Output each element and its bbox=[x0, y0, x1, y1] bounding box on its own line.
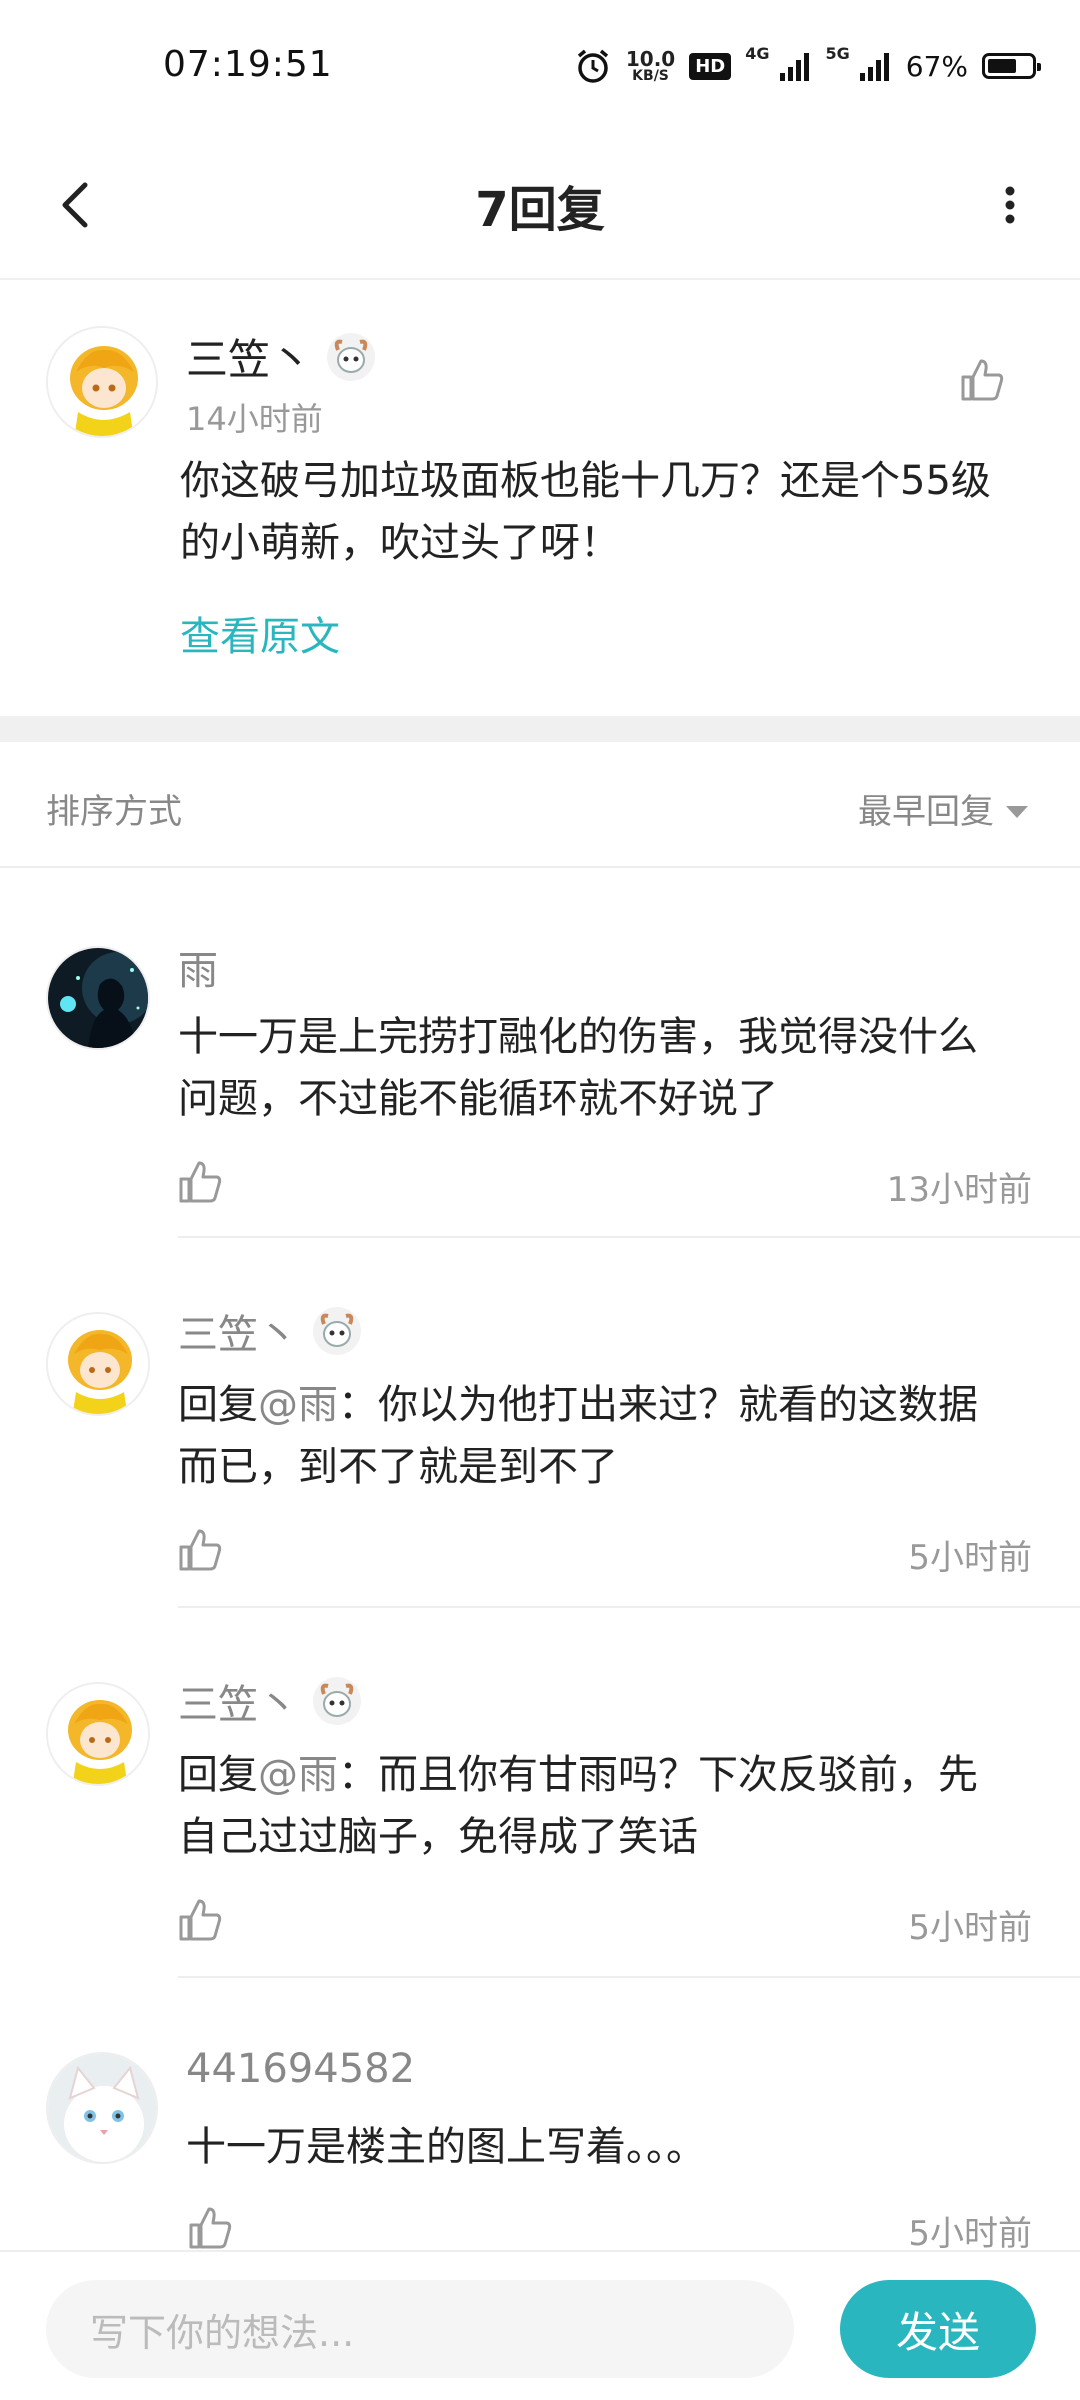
reply-prefix: 回复 bbox=[178, 1382, 258, 1428]
signal-5g-icon bbox=[858, 49, 892, 83]
reply-content-line: 回复@雨：而且你有甘雨吗？下次反驳前，先 bbox=[178, 1744, 1058, 1806]
reply-content: 回复@雨：而且你有甘雨吗？下次反驳前，先 自己过过脑子，免得成了笑话 bbox=[178, 1744, 1058, 1868]
reply-detail-page: 07:19:51 10.0 KB/S HD 4G 5G 67% 7回复 三笠丶 … bbox=[0, 0, 1080, 2400]
comment-time: 14小时前 bbox=[186, 400, 323, 438]
reply-divider bbox=[178, 1976, 1080, 1978]
like-icon[interactable] bbox=[184, 2202, 236, 2254]
network-speed-unit: KB/S bbox=[632, 68, 669, 84]
comment-input[interactable]: 写下你的想法... bbox=[46, 2280, 794, 2378]
reply-time: 5小时前 bbox=[908, 2214, 1032, 2254]
reply-content-line: 十一万是上完捞打融化的伤害，我觉得没什么 bbox=[178, 1014, 978, 1060]
reply-item: 三笠丶 回复@雨：而且你有甘雨吗？下次反驳前，先 自己过过脑子，免得成了笑话 5… bbox=[0, 1610, 1080, 1978]
status-time: 07:19:51 bbox=[163, 44, 333, 85]
sort-dropdown[interactable]: 最早回复 bbox=[858, 784, 1030, 833]
avatar[interactable] bbox=[46, 326, 158, 438]
alarm-icon bbox=[574, 47, 612, 85]
status-bar: 07:19:51 10.0 KB/S HD 4G 5G 67% bbox=[0, 0, 1080, 130]
goat-badge-icon bbox=[312, 1676, 362, 1726]
goat-badge-icon bbox=[312, 1306, 362, 1356]
dropdown-caret-icon bbox=[1004, 789, 1030, 829]
like-icon[interactable] bbox=[956, 354, 1008, 406]
sort-bar: 排序方式 最早回复 bbox=[0, 742, 1080, 868]
battery-percent: 67% bbox=[905, 49, 968, 83]
reply-content: 回复@雨：你以为他打出来过？就看的这数据 而已，到不了就是到不了 bbox=[178, 1374, 1058, 1498]
bottom-input-bar: 写下你的想法... 发送 bbox=[0, 2250, 1080, 2400]
reply-time: 5小时前 bbox=[908, 1908, 1032, 1948]
reply-username: 441694582 bbox=[186, 2046, 416, 2092]
like-icon[interactable] bbox=[174, 1524, 226, 1576]
comment-content-line: 的小萌新，吹过头了呀！ bbox=[180, 520, 620, 566]
battery-fill bbox=[988, 59, 1017, 73]
network-speed-value: 10.0 bbox=[625, 47, 676, 71]
username-text: 三笠丶 bbox=[178, 1682, 298, 1728]
username-text: 三笠丶 bbox=[186, 335, 313, 384]
view-original-link[interactable]: 查看原文 bbox=[180, 604, 340, 662]
avatar[interactable] bbox=[46, 2052, 158, 2164]
avatar[interactable] bbox=[46, 1682, 150, 1786]
reply-prefix: 回复 bbox=[178, 1752, 258, 1798]
username-text: 三笠丶 bbox=[178, 1312, 298, 1358]
net-5g-label: 5G bbox=[825, 44, 850, 63]
comment-content-line: 你这破弓加垃圾面板也能十几万？还是个55级 bbox=[180, 458, 991, 504]
reply-item: 三笠丶 回复@雨：你以为他打出来过？就看的这数据 而已，到不了就是到不了 5小时… bbox=[0, 1240, 1080, 1608]
section-separator bbox=[0, 716, 1080, 742]
mention-link[interactable]: @雨 bbox=[258, 1752, 338, 1798]
more-vertical-icon[interactable] bbox=[980, 170, 1040, 240]
reply-content: 十一万是上完捞打融化的伤害，我觉得没什么 问题，不过能不能循环就不好说了 bbox=[178, 1006, 1058, 1130]
reply-username: 三笠丶 bbox=[178, 1302, 362, 1360]
reply-username: 三笠丶 bbox=[178, 1672, 362, 1730]
sort-label: 排序方式 bbox=[46, 792, 182, 832]
avatar[interactable] bbox=[46, 946, 150, 1050]
reply-content-line: 问题，不过能不能循环就不好说了 bbox=[178, 1076, 778, 1122]
reply-time: 5小时前 bbox=[908, 1538, 1032, 1578]
reply-divider bbox=[178, 1606, 1080, 1608]
sort-selected-text: 最早回复 bbox=[858, 792, 994, 832]
reply-username: 雨 bbox=[178, 948, 218, 994]
page-title: 7回复 bbox=[475, 182, 605, 238]
hd-icon: HD bbox=[689, 52, 732, 80]
reply-content-line: 十一万是楼主的图上写着。。。 bbox=[186, 2124, 706, 2170]
like-icon[interactable] bbox=[174, 1894, 226, 1946]
avatar[interactable] bbox=[46, 1312, 150, 1416]
reply-content-line: 回复@雨：你以为他打出来过？就看的这数据 bbox=[178, 1374, 1058, 1436]
net-4g-label: 4G bbox=[745, 44, 770, 63]
reply-content-line: 自己过过脑子，免得成了笑话 bbox=[178, 1814, 698, 1860]
signal-4g-icon bbox=[778, 49, 812, 83]
like-icon[interactable] bbox=[174, 1156, 226, 1208]
status-icons: 10.0 KB/S HD 4G 5G 67% bbox=[574, 44, 1041, 88]
goat-badge-icon bbox=[326, 332, 376, 382]
comment-username: 三笠丶 bbox=[186, 326, 376, 387]
reply-time: 13小时前 bbox=[886, 1170, 1032, 1210]
mention-link[interactable]: @雨 bbox=[258, 1382, 338, 1428]
original-comment: 三笠丶 14小时前 你这破弓加垃圾面板也能十几万？还是个55级 的小萌新，吹过头… bbox=[0, 282, 1080, 716]
nav-bar: 7回复 bbox=[0, 130, 1080, 280]
battery-icon bbox=[982, 53, 1041, 79]
reply-content-line: 而已，到不了就是到不了 bbox=[178, 1444, 618, 1490]
reply-text: ：而且你有甘雨吗？下次反驳前，先 bbox=[338, 1752, 978, 1798]
reply-divider bbox=[178, 1236, 1080, 1238]
network-speed: 10.0 KB/S bbox=[626, 49, 675, 83]
reply-item: 441694582 十一万是楼主的图上写着。。。 5小时前 bbox=[0, 1980, 1080, 2254]
send-button[interactable]: 发送 bbox=[840, 2280, 1036, 2378]
reply-item: 雨 十一万是上完捞打融化的伤害，我觉得没什么 问题，不过能不能循环就不好说了 1… bbox=[0, 870, 1080, 1238]
reply-content: 十一万是楼主的图上写着。。。 bbox=[186, 2116, 1056, 2178]
reply-text: ：你以为他打出来过？就看的这数据 bbox=[338, 1382, 978, 1428]
comment-content: 你这破弓加垃圾面板也能十几万？还是个55级 的小萌新，吹过头了呀！ bbox=[180, 450, 1040, 574]
